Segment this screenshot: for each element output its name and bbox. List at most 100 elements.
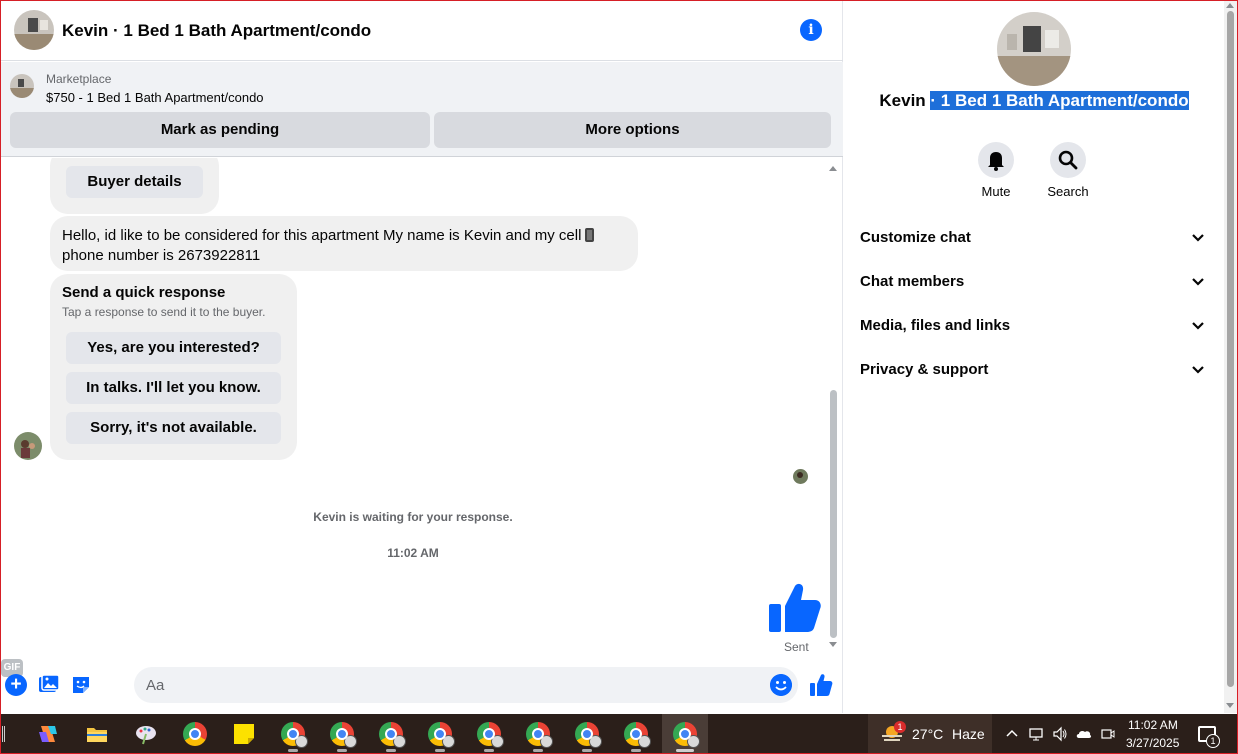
message-list: Buyer details Hello, id like to be consi… [1, 158, 843, 658]
bell-icon[interactable] [978, 142, 1014, 178]
info-icon[interactable]: i [800, 19, 822, 41]
sticky-notes-app[interactable] [221, 714, 267, 754]
mute-label: Mute [981, 184, 1011, 199]
scroll-down-arrow-icon[interactable] [1226, 703, 1234, 708]
quick-response-title: Send a quick response [62, 284, 226, 301]
plus-icon[interactable]: + [5, 674, 27, 696]
chrome-profile-1[interactable] [270, 714, 316, 754]
chrome-profile-5[interactable] [466, 714, 512, 754]
chevron-down-icon [1192, 278, 1204, 286]
copilot-app[interactable] [25, 714, 71, 754]
buyer-card: Buyer details [50, 158, 219, 214]
palette-icon [136, 726, 156, 745]
chrome-profile-4[interactable] [417, 714, 463, 754]
profile-badge-icon [442, 735, 455, 748]
weather-condition: Haze [952, 726, 985, 742]
search-icon[interactable] [1050, 142, 1086, 178]
running-indicator [582, 749, 592, 752]
sender-avatar[interactable] [14, 432, 42, 460]
marketplace-label: Marketplace [46, 72, 112, 86]
customize-chat-section[interactable]: Customize chat [844, 216, 1224, 260]
chevron-down-icon [1192, 322, 1204, 330]
running-indicator [435, 749, 445, 752]
chevron-down-icon [1192, 234, 1204, 242]
chrome-profile-2[interactable] [319, 714, 365, 754]
emoji-icon[interactable] [770, 674, 792, 696]
chevron-down-icon [1192, 366, 1204, 374]
chrome-icon [673, 722, 700, 748]
buyer-details-button[interactable]: Buyer details [66, 166, 203, 198]
name-prefix: Kevin [879, 91, 931, 110]
chrome-icon [575, 722, 602, 748]
conversation-avatar[interactable] [997, 12, 1071, 86]
section-label: Privacy & support [860, 361, 989, 378]
section-label: Media, files and links [860, 317, 1011, 334]
temperature: 27°C [912, 726, 944, 742]
quick-response-card: Send a quick response Tap a response to … [50, 274, 297, 460]
listing-thumbnail[interactable] [10, 74, 34, 98]
message-scrollbar[interactable] [827, 158, 839, 658]
notification-count-badge: 1 [1206, 734, 1220, 748]
quick-response-not-available[interactable]: Sorry, it's not available. [66, 412, 281, 444]
mark-as-pending-button[interactable]: Mark as pending [10, 112, 430, 148]
chrome-profile-3[interactable] [368, 714, 414, 754]
chrome-app[interactable] [172, 714, 218, 754]
chrome-icon [624, 722, 651, 748]
more-options-button[interactable]: More options [434, 112, 831, 148]
marketplace-bar: Marketplace $750 - 1 Bed 1 Bath Apartmen… [1, 62, 843, 157]
quick-response-in-talks[interactable]: In talks. I'll let you know. [66, 372, 281, 404]
chrome-profile-6[interactable] [515, 714, 561, 754]
message-input[interactable] [134, 667, 798, 703]
seen-indicator-avatar [793, 469, 808, 484]
volume-icon[interactable] [1052, 726, 1068, 742]
chrome-profile-7[interactable] [564, 714, 610, 754]
meet-now-icon[interactable] [1100, 726, 1116, 742]
chrome-icon [379, 722, 406, 748]
photo-icon[interactable] [38, 674, 60, 696]
running-indicator [337, 749, 347, 752]
chrome-icon [281, 722, 308, 748]
sticker-icon[interactable] [70, 674, 92, 696]
page-scrollbar[interactable] [1224, 1, 1237, 713]
running-indicator [484, 749, 494, 752]
send-like-icon[interactable] [809, 673, 833, 697]
listing-avatar[interactable] [14, 10, 54, 50]
copilot-icon [39, 726, 57, 742]
onedrive-cloud-icon[interactable] [1076, 726, 1092, 742]
scrollbar-thumb[interactable] [830, 390, 837, 638]
windows-taskbar: 1 27°C Haze 11:02 AM 3/27/2025 1 [0, 714, 1238, 754]
file-explorer-app[interactable] [74, 714, 120, 754]
message-timestamp: 11:02 AM [387, 546, 439, 560]
clock-date[interactable]: 3/27/2025 [1126, 736, 1179, 750]
profile-badge-icon [540, 735, 553, 748]
scroll-down-arrow-icon[interactable] [829, 642, 837, 647]
search-button[interactable]: Search [1038, 142, 1098, 199]
paint-app[interactable] [123, 714, 169, 754]
chrome-profile-active[interactable] [662, 714, 708, 754]
privacy-support-section[interactable]: Privacy & support [844, 348, 1224, 392]
page-scrollbar-thumb[interactable] [1227, 11, 1234, 687]
waiting-status: Kevin is waiting for your response. [313, 510, 513, 524]
scroll-up-arrow-icon[interactable] [829, 166, 837, 171]
chrome-profile-8[interactable] [613, 714, 659, 754]
chat-members-section[interactable]: Chat members [844, 260, 1224, 304]
running-indicator [386, 749, 396, 752]
network-icon[interactable] [1028, 726, 1044, 742]
show-hidden-icons-chevron-icon[interactable] [1004, 726, 1020, 742]
listing-title[interactable]: $750 - 1 Bed 1 Bath Apartment/condo [46, 90, 264, 105]
section-label: Customize chat [860, 229, 971, 246]
scroll-up-arrow-icon[interactable] [1226, 3, 1234, 8]
search-label: Search [1047, 184, 1089, 199]
weather-widget[interactable]: 1 27°C Haze [868, 714, 992, 754]
chat-header: Kevin · 1 Bed 1 Bath Apartment/condo i [1, 1, 843, 61]
profile-badge-icon [344, 735, 357, 748]
chrome-icon [183, 722, 207, 746]
clock-time[interactable]: 11:02 AM [1128, 718, 1178, 732]
chat-title[interactable]: Kevin · 1 Bed 1 Bath Apartment/condo [62, 21, 371, 41]
profile-badge-icon [687, 735, 700, 748]
quick-response-yes[interactable]: Yes, are you interested? [66, 332, 281, 364]
media-files-links-section[interactable]: Media, files and links [844, 304, 1224, 348]
mute-button[interactable]: Mute [966, 142, 1026, 199]
chrome-icon [526, 722, 553, 748]
profile-badge-icon [295, 735, 308, 748]
